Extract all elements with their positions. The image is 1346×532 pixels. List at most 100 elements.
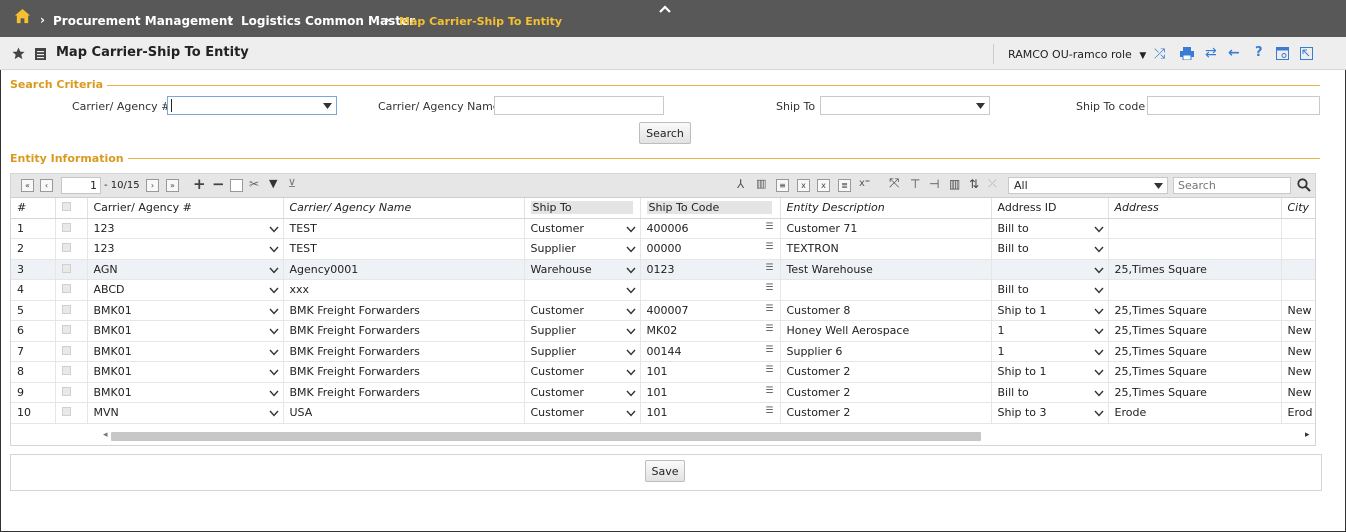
carrier-no-cell[interactable]: BMK01 [87,361,284,383]
city-cell[interactable] [1281,238,1315,260]
chevron-down-icon[interactable] [625,366,636,379]
chevron-down-icon[interactable] [268,325,279,338]
carrier-no-cell[interactable]: BMK01 [87,341,284,362]
city-cell[interactable]: New [1281,361,1315,383]
city-cell[interactable]: New [1281,341,1315,362]
list-icon[interactable] [35,48,46,60]
chevron-down-icon[interactable] [268,366,279,379]
scroll-left-icon[interactable]: ◂ [103,430,108,440]
chevron-down-icon[interactable] [1093,243,1104,256]
ship-to-cell[interactable]: Supplier [524,341,641,362]
row-select-cell[interactable] [55,382,88,403]
address-cell[interactable] [1108,218,1282,239]
row-select-cell[interactable] [55,402,88,424]
breadcrumb-procurement[interactable]: Procurement Management [53,14,233,28]
entity-description-cell[interactable]: Test Warehouse [780,259,992,280]
city-cell[interactable]: New [1281,300,1315,321]
address-id-cell[interactable]: Bill to [991,238,1109,260]
carrier-no-select[interactable] [167,96,337,115]
chevron-down-icon[interactable] [1093,387,1104,400]
chevron-down-icon[interactable] [625,325,636,338]
ship-to-cell[interactable]: Supplier [524,320,641,342]
row-select-cell[interactable] [55,341,88,362]
row-checkbox[interactable] [61,222,71,232]
swap-icon[interactable]: ⇄ [1205,45,1217,61]
address-cell[interactable] [1108,238,1282,260]
city-cell[interactable]: Erod [1281,402,1315,424]
col-header-entity-description[interactable]: Entity Description [780,198,992,219]
ship-to-cell[interactable]: Supplier [524,238,641,260]
carrier-no-cell[interactable]: MVN [87,402,284,424]
chevron-down-icon[interactable] [625,387,636,400]
chevron-down-icon[interactable] [1093,305,1104,318]
document-icon[interactable]: ≣ [838,179,851,192]
chevron-down-icon[interactable] [1093,325,1104,338]
city-cell[interactable]: New [1281,320,1315,342]
lookup-icon[interactable]: ☰ [765,222,773,232]
delete-row-icon[interactable]: − [212,175,225,193]
row-checkbox[interactable] [61,243,71,253]
chevron-down-icon[interactable] [625,305,636,318]
address-id-cell[interactable]: Bill to [991,218,1109,239]
col-header-carrier-name[interactable]: Carrier/ Agency Name [283,198,525,219]
table-row[interactable]: 9 BMK01 BMK Freight Forwarders Customer 101 ☰… [11,382,1315,403]
chevron-down-icon[interactable] [268,346,279,359]
shuffle-icon[interactable]: ⤮ [1154,46,1165,62]
add-row-icon[interactable]: + [193,175,206,193]
chevron-down-icon[interactable] [625,243,636,256]
row-select-cell[interactable] [55,300,88,321]
carrier-name-cell[interactable]: BMK Freight Forwarders [283,382,525,403]
lookup-icon[interactable]: ☰ [765,304,773,314]
row-select-cell[interactable] [55,238,88,260]
address-cell[interactable]: 25,Times Square [1108,320,1282,342]
first-page-icon[interactable]: « [21,179,34,192]
ship-to-code-input[interactable] [1147,96,1320,115]
carrier-name-cell[interactable]: xxx [283,279,525,301]
search-icon[interactable] [1297,178,1311,192]
address-id-cell[interactable]: Ship to 1 [991,300,1109,321]
entity-description-cell[interactable]: Customer 2 [780,382,992,403]
lookup-icon[interactable]: ☰ [765,324,773,334]
table-row[interactable]: 10 MVN USA Customer 101 ☰ Customer 2 Ship to 3 E… [11,402,1315,424]
table-row[interactable]: 2 123 TEST Supplier 00000 ☰ TEXTRON Bill to [11,238,1315,260]
columns-icon[interactable]: ▥ [949,177,960,191]
col-header-city[interactable]: City [1281,198,1315,219]
entity-description-cell[interactable]: Customer 2 [780,402,992,424]
table-row[interactable]: 5 BMK01 BMK Freight Forwarders Customer 4000… [11,300,1315,321]
city-cell[interactable] [1281,279,1315,301]
page-input[interactable]: 1 [61,177,101,194]
caret-down-icon[interactable] [1149,178,1167,193]
chevron-down-icon[interactable] [625,284,636,297]
ship-to-select[interactable] [820,96,990,115]
ship-to-cell[interactable]: Warehouse [524,259,641,280]
chevron-down-icon[interactable] [268,284,279,297]
city-cell[interactable] [1281,259,1315,280]
back-arrow-icon[interactable]: ← [1228,45,1240,61]
chevron-down-icon[interactable] [268,223,279,236]
sort-icon[interactable]: ⇅ [969,177,979,191]
star-icon[interactable] [12,47,25,60]
entity-description-cell[interactable]: Supplier 6 [780,341,992,362]
table-row[interactable]: 1 123 TEST Customer 400006 ☰ Customer 71 Bill t… [11,218,1315,239]
address-id-cell[interactable] [991,259,1109,280]
chevron-down-icon[interactable] [1093,264,1104,277]
carrier-name-cell[interactable]: BMK Freight Forwarders [283,320,525,342]
ship-to-code-cell[interactable]: MK02 ☰ [640,320,781,342]
ship-to-code-cell[interactable]: 101 ☰ [640,361,781,383]
filter-icon[interactable]: ▼ [269,177,277,190]
last-page-icon[interactable]: » [166,179,179,192]
carrier-name-cell[interactable]: BMK Freight Forwarders [283,361,525,383]
row-checkbox[interactable] [61,366,71,376]
carrier-name-cell[interactable]: TEST [283,238,525,260]
entity-description-cell[interactable]: Customer 2 [780,361,992,383]
table-row[interactable]: 8 BMK01 BMK Freight Forwarders Customer 101 ☰… [11,361,1315,383]
row-checkbox[interactable] [61,263,71,273]
address-id-cell[interactable]: Bill to [991,279,1109,301]
col-header-address[interactable]: Address [1108,198,1282,219]
column-filter-select[interactable]: All [1008,177,1168,194]
chevron-down-icon[interactable] [625,223,636,236]
row-checkbox[interactable] [61,386,71,396]
chevron-down-icon[interactable] [268,264,279,277]
lookup-icon[interactable]: ☰ [765,386,773,396]
lookup-icon[interactable]: ☰ [765,345,773,355]
